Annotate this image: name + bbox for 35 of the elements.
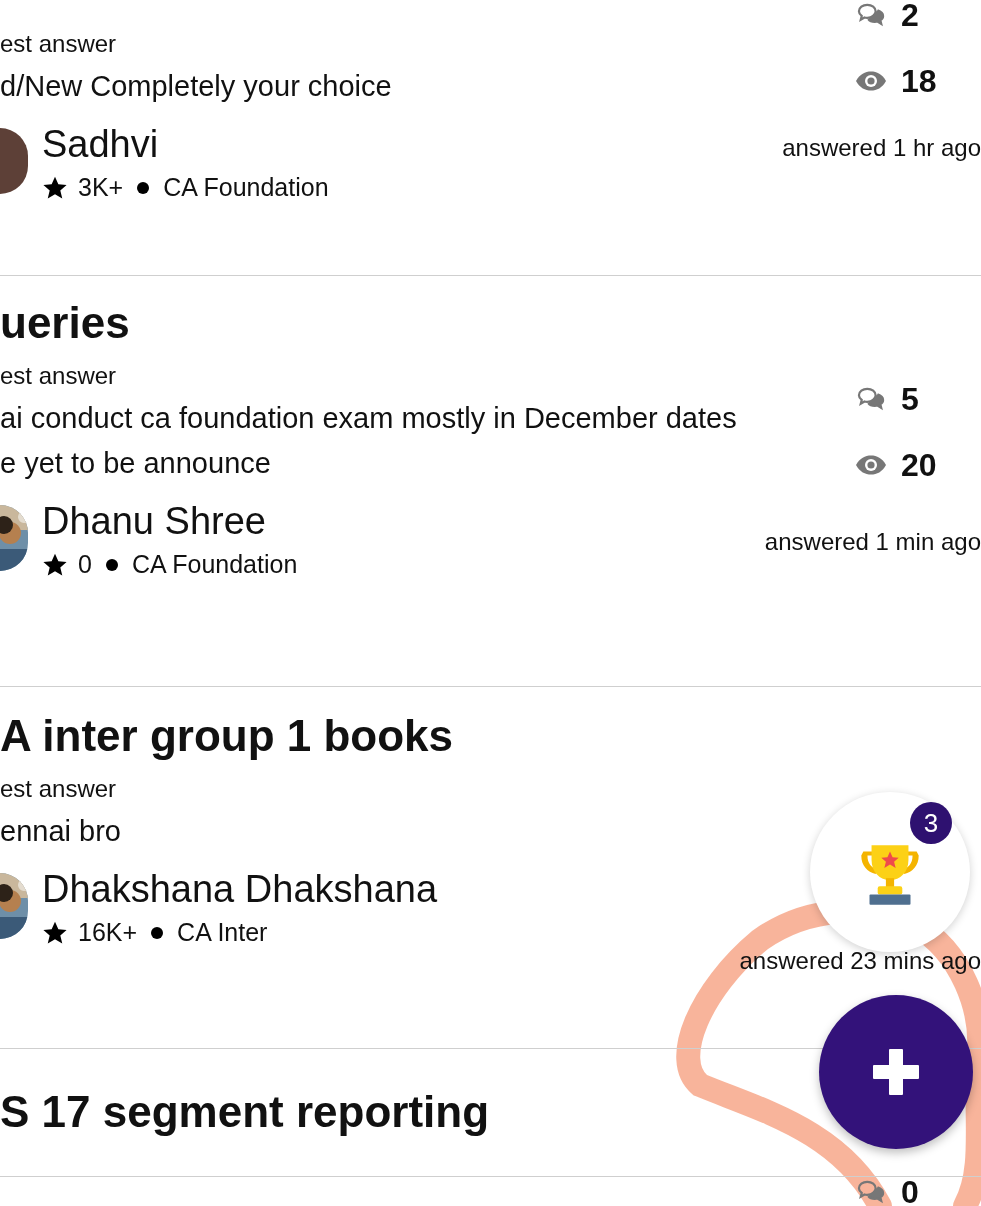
author-name[interactable]: Sadhvi	[42, 119, 329, 169]
reputation-score: 16K+	[78, 918, 138, 947]
view-count: 18	[901, 62, 937, 100]
plus-icon	[871, 1047, 921, 1097]
course-name: CA Foundation	[163, 173, 329, 202]
avatar[interactable]	[0, 127, 28, 194]
notification-badge: 3	[910, 802, 952, 844]
reputation-score: 0	[78, 550, 92, 579]
separator-dot	[105, 558, 118, 571]
comment-count: 2	[901, 0, 919, 34]
view-count: 20	[901, 446, 937, 484]
question-title[interactable]: ueries	[0, 296, 130, 350]
answer-label: est answer	[0, 29, 118, 59]
answer-text: d/New Completely your choice	[0, 69, 393, 104]
author-name[interactable]: Dhanu Shree	[42, 496, 298, 546]
answer-text: ai conduct ca foundation exam mostly in December dates e yet to be announce	[0, 401, 737, 481]
comments-icon	[855, 2, 887, 28]
answer-label: est answer	[0, 361, 118, 391]
author-name[interactable]: Dhakshana Dhakshana	[42, 864, 438, 914]
reputation-score: 3K+	[78, 173, 124, 202]
comments-icon	[855, 1179, 887, 1205]
answered-time: answered 1 hr ago	[782, 134, 981, 162]
question-title[interactable]: A inter group 1 books	[0, 709, 454, 763]
question-title[interactable]: S 17 segment reporting	[0, 1085, 489, 1139]
separator-dot	[151, 926, 164, 939]
answer-label: est answer	[0, 774, 118, 804]
course-name: CA Foundation	[131, 550, 298, 579]
answer-text: ennai bro	[0, 814, 122, 849]
trophy-button[interactable]: 3	[810, 792, 970, 952]
comment-count: 5	[901, 380, 919, 418]
course-name: CA Inter	[177, 918, 268, 947]
comment-count: 0	[901, 1173, 919, 1206]
separator-dot	[137, 181, 150, 194]
comments-icon	[855, 386, 887, 412]
answered-time: answered 1 min ago	[764, 528, 981, 556]
